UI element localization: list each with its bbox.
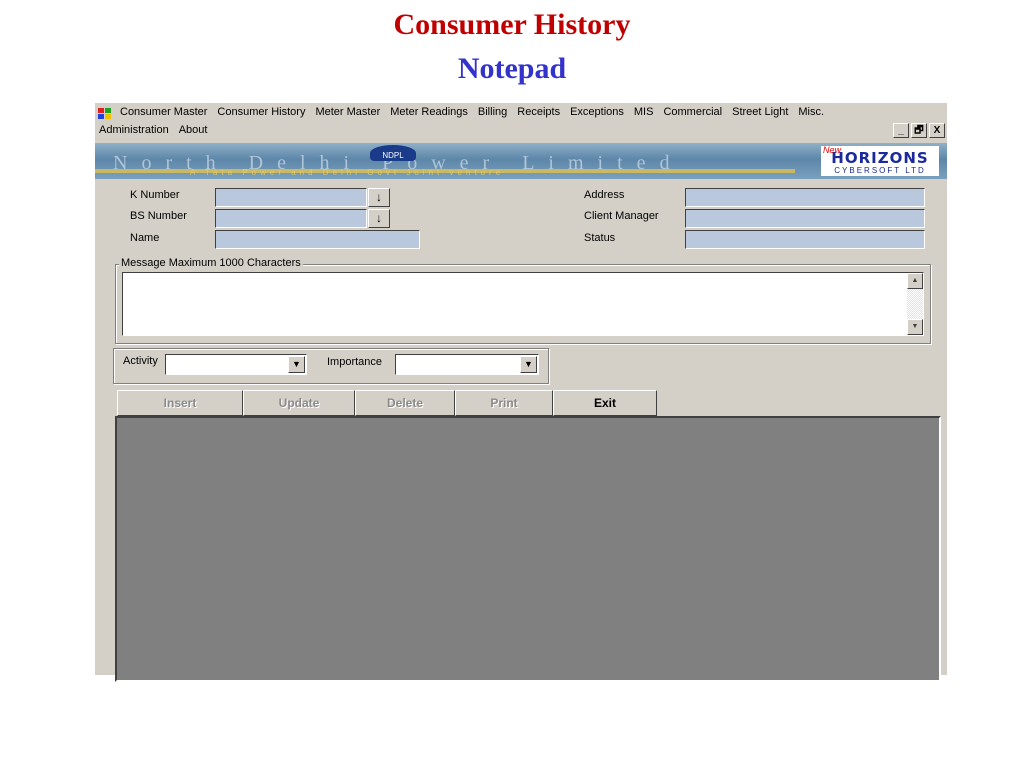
importance-label: Importance xyxy=(327,356,383,368)
message-scrollbar[interactable]: ▲ ▼ xyxy=(907,273,923,335)
minimize-button[interactable]: _ xyxy=(893,123,909,138)
menu-street-light[interactable]: Street Light xyxy=(727,106,793,118)
menu-meter-readings[interactable]: Meter Readings xyxy=(385,106,473,118)
menu-administration[interactable]: Administration xyxy=(97,124,174,136)
scroll-down-arrow-icon[interactable]: ▼ xyxy=(907,319,923,335)
chevron-down-icon[interactable]: ▼ xyxy=(520,356,537,373)
k-number-label: K Number xyxy=(130,189,180,201)
menu-consumer-history[interactable]: Consumer History xyxy=(212,106,310,118)
menu-exceptions[interactable]: Exceptions xyxy=(565,106,629,118)
bs-number-lookup-button[interactable]: ↓ xyxy=(368,209,390,228)
delete-button[interactable]: Delete xyxy=(355,390,455,416)
company-banner: North Delhi Power Limited A Tata Power a… xyxy=(95,143,947,179)
app-icon xyxy=(98,108,111,119)
name-field[interactable] xyxy=(215,230,420,249)
bs-number-label: BS Number xyxy=(130,210,187,222)
client-manager-label: Client Manager xyxy=(584,210,659,222)
restore-button[interactable]: 🗗 xyxy=(911,123,927,138)
name-label: Name xyxy=(130,232,160,244)
address-label: Address xyxy=(584,189,625,201)
menu-misc[interactable]: Misc. xyxy=(793,106,829,118)
horizons-name: HORIZONS xyxy=(831,149,929,167)
menu-bar: Consumer Master Consumer History Meter M… xyxy=(95,103,947,139)
k-number-field[interactable] xyxy=(215,188,367,207)
message-label: Message Maximum 1000 Characters xyxy=(119,257,303,269)
bs-number-field[interactable] xyxy=(215,209,367,228)
print-button[interactable]: Print xyxy=(455,390,553,416)
client-manager-field[interactable] xyxy=(685,209,925,228)
importance-select[interactable]: ▼ xyxy=(395,354,539,375)
status-field[interactable] xyxy=(685,230,925,249)
ndpl-logo: NDPL xyxy=(370,145,416,161)
activity-select[interactable]: ▼ xyxy=(165,354,307,375)
menu-about[interactable]: About xyxy=(174,124,213,136)
status-label: Status xyxy=(584,232,616,244)
banner-subtext: A Tata Power and Delhi Govt Joint ventur… xyxy=(190,168,505,177)
activity-label: Activity xyxy=(123,355,158,367)
address-field[interactable] xyxy=(685,188,925,207)
menu-commercial[interactable]: Commercial xyxy=(658,106,727,118)
k-number-lookup-button[interactable]: ↓ xyxy=(368,188,390,207)
close-button[interactable]: X xyxy=(929,123,945,138)
message-textarea[interactable]: ▲ ▼ xyxy=(122,272,924,336)
slide-subtitle: Notepad xyxy=(457,52,567,85)
history-grid[interactable] xyxy=(115,416,941,682)
exit-button[interactable]: Exit xyxy=(553,390,657,416)
menu-meter-master[interactable]: Meter Master xyxy=(310,106,385,118)
menu-receipts[interactable]: Receipts xyxy=(512,106,565,118)
chevron-down-icon[interactable]: ▼ xyxy=(288,356,305,373)
menu-billing[interactable]: Billing xyxy=(473,106,512,118)
app-window: Consumer Master Consumer History Meter M… xyxy=(95,103,947,682)
update-button[interactable]: Update xyxy=(243,390,355,416)
horizons-sub: CYBERSOFT LTD xyxy=(834,166,926,175)
insert-button[interactable]: Insert xyxy=(117,390,243,416)
menu-consumer-master[interactable]: Consumer Master xyxy=(115,106,212,118)
horizons-logo: New HORIZONS CYBERSOFT LTD xyxy=(821,145,939,176)
menu-mis[interactable]: MIS xyxy=(629,106,659,118)
scroll-up-arrow-icon[interactable]: ▲ xyxy=(907,273,923,289)
slide-title: Consumer History xyxy=(393,8,631,41)
